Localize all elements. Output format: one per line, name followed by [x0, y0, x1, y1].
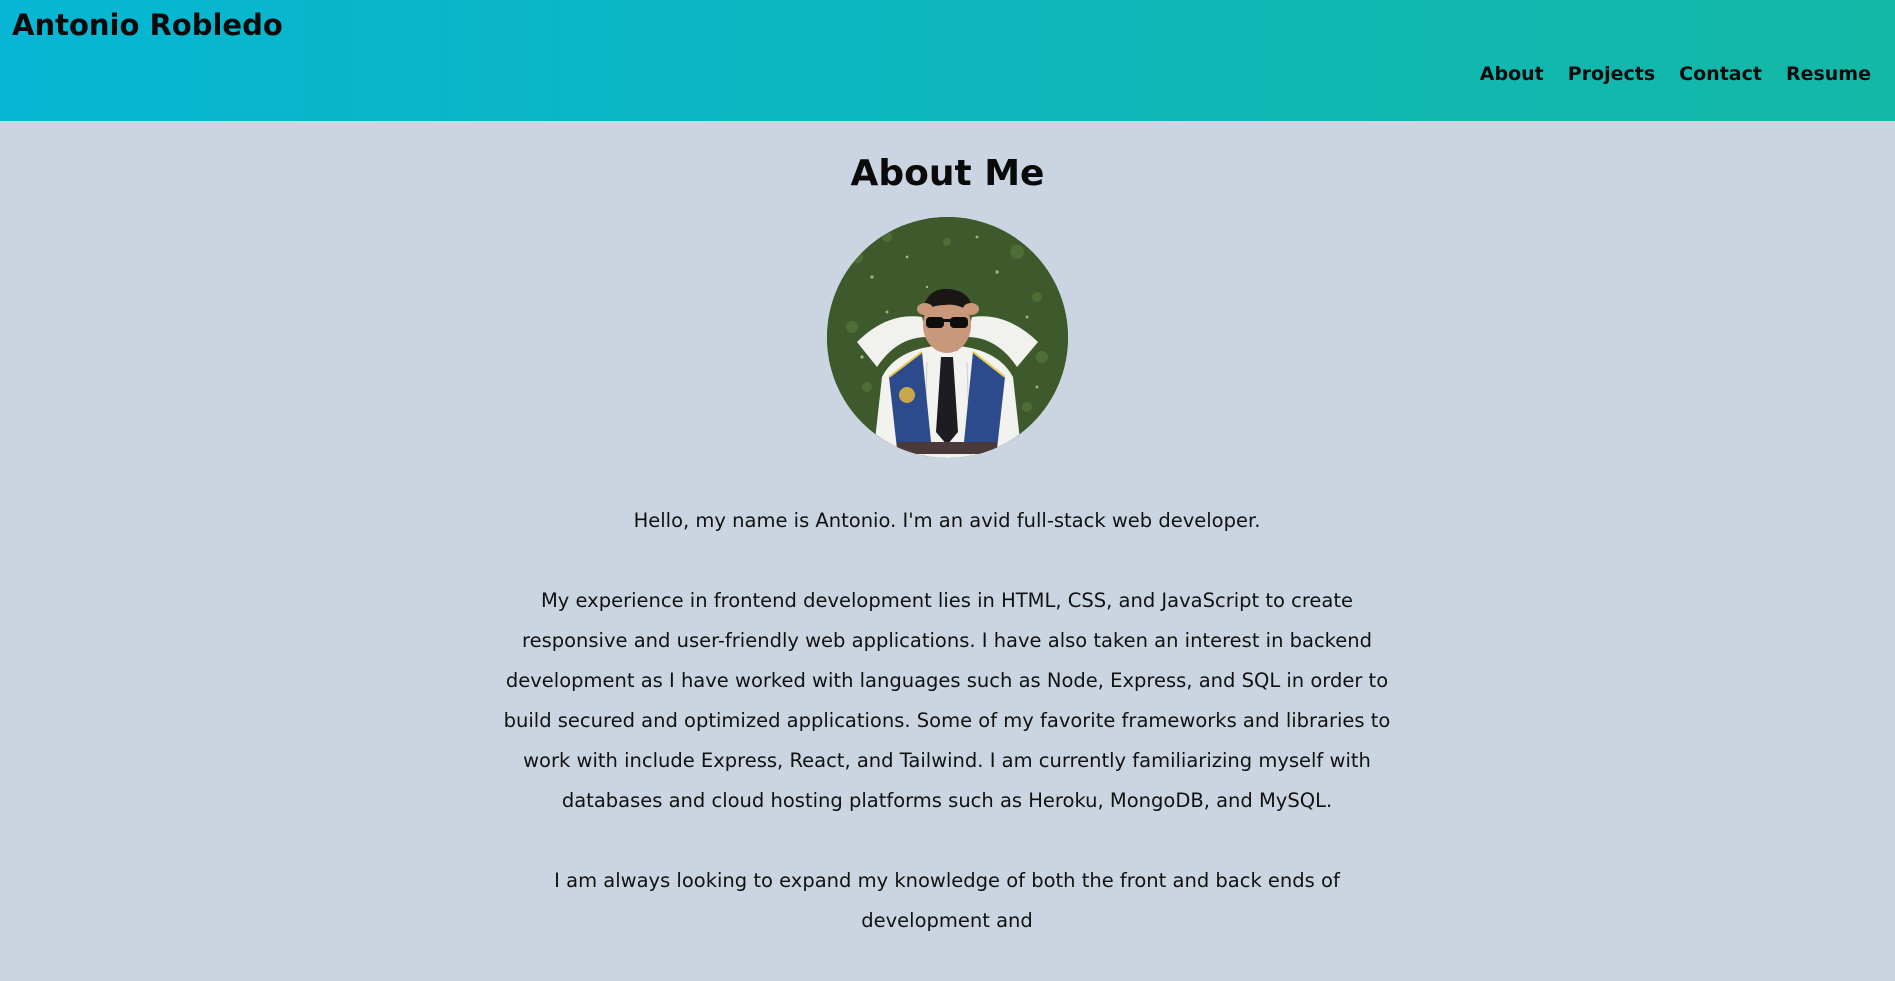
- bio-paragraph-experience: My experience in frontend development li…: [503, 589, 1391, 812]
- bio-paragraph-intro: Hello, my name is Antonio. I'm an avid f…: [633, 509, 1261, 532]
- bio-text: Hello, my name is Antonio. I'm an avid f…: [497, 501, 1397, 981]
- nav-link-contact[interactable]: Contact: [1679, 63, 1762, 85]
- bio-paragraph-goals: I am always looking to expand my knowled…: [554, 869, 1340, 932]
- nav-link-resume[interactable]: Resume: [1786, 63, 1871, 85]
- main-nav: About Projects Contact Resume: [1480, 63, 1871, 85]
- page-title: About Me: [850, 153, 1045, 194]
- site-header: Antonio Robledo About Projects Contact R…: [0, 0, 1895, 121]
- site-name[interactable]: Antonio Robledo: [12, 8, 283, 42]
- nav-link-projects[interactable]: Projects: [1568, 63, 1655, 85]
- about-section: About Me Hello, my name is Antonio. I'm …: [0, 121, 1895, 932]
- profile-photo: [827, 217, 1068, 458]
- nav-link-about[interactable]: About: [1480, 63, 1544, 85]
